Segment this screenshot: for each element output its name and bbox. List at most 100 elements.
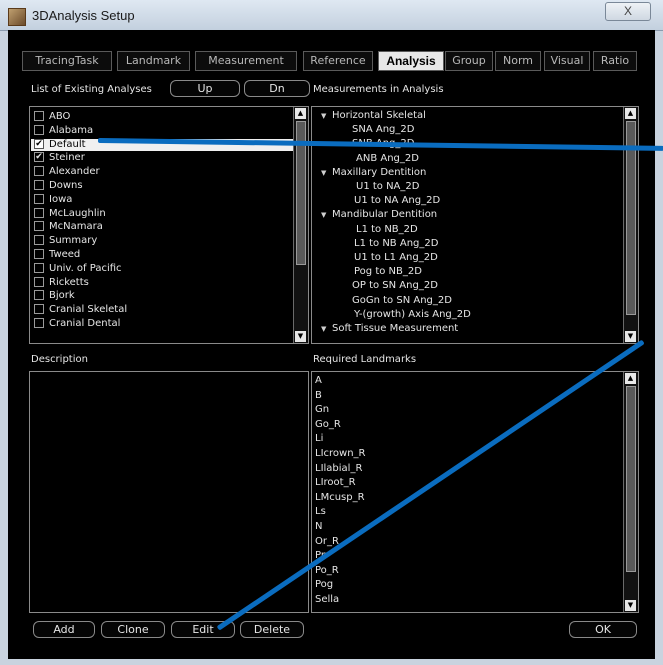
checkbox[interactable]: ✔ <box>34 152 44 163</box>
checkbox[interactable] <box>34 276 44 287</box>
landmark-item[interactable]: B <box>315 390 322 401</box>
list-item-label: Summary <box>49 235 98 247</box>
checkbox[interactable] <box>34 262 44 273</box>
checkbox[interactable] <box>34 111 44 121</box>
list-item-label: Downs <box>49 180 83 191</box>
clone-button[interactable]: Clone <box>101 621 165 638</box>
close-icon: X <box>623 4 632 18</box>
down-button[interactable]: Dn <box>244 80 310 97</box>
list-item-label: McLaughlin <box>49 207 106 219</box>
add-button[interactable]: Add <box>33 621 95 638</box>
tab-norm[interactable]: Norm <box>495 51 541 71</box>
landmark-item[interactable]: LMcusp_R <box>315 492 365 503</box>
list-item-label: Iowa <box>49 193 73 205</box>
checkbox[interactable] <box>34 124 44 135</box>
expand-arrow-icon[interactable]: ▼ <box>321 325 326 333</box>
tree-group[interactable]: Soft Tissue Measurement <box>332 323 458 334</box>
tab-ratio[interactable]: Ratio <box>593 51 637 71</box>
list-item-label: Cranial Dental <box>49 318 121 329</box>
checkbox[interactable] <box>34 304 44 315</box>
scroll-up-icon[interactable]: ▲ <box>625 108 636 119</box>
scroll-up-icon[interactable]: ▲ <box>625 373 636 384</box>
landmark-item[interactable]: Li <box>315 433 323 444</box>
up-button[interactable]: Up <box>170 80 240 97</box>
landmark-item[interactable]: Sella <box>315 594 339 605</box>
list-item-label: ABO <box>49 111 71 122</box>
list-item-label: Alabama <box>49 124 94 136</box>
landmark-item[interactable]: Ls <box>315 506 326 517</box>
landmark-item[interactable]: A <box>315 375 322 386</box>
checkbox[interactable]: ✔ <box>34 138 44 149</box>
expand-arrow-icon[interactable]: ▼ <box>321 169 326 177</box>
tree-group[interactable]: Maxillary Dentition <box>332 167 426 178</box>
checkbox[interactable] <box>34 221 44 232</box>
list-item-label: Ricketts <box>49 276 89 288</box>
description-textarea[interactable] <box>29 371 309 613</box>
landmark-item[interactable]: LIroot_R <box>315 477 356 488</box>
tree-item[interactable]: L1 to NB Ang_2D <box>354 238 438 249</box>
tab-analysis[interactable]: Analysis <box>378 51 444 71</box>
description-label: Description <box>31 354 88 365</box>
tab-tracingtask[interactable]: TracingTask <box>22 51 112 71</box>
tree-item[interactable]: U1 to L1 Ang_2D <box>354 252 438 263</box>
landmark-item[interactable]: N <box>315 521 322 532</box>
title-bar: 3DAnalysis Setup X <box>0 0 663 31</box>
measurements-label: Measurements in Analysis <box>313 84 444 95</box>
tree-item[interactable]: OP to SN Ang_2D <box>352 280 438 291</box>
scroll-down-icon[interactable]: ▼ <box>625 331 636 342</box>
analyses-list-label: List of Existing Analyses <box>31 84 152 95</box>
checkbox[interactable] <box>34 207 44 218</box>
list-item-label: McNamara <box>49 221 103 233</box>
expand-arrow-icon[interactable]: ▼ <box>321 211 326 219</box>
landmark-item[interactable]: LIlabial_R <box>315 463 362 474</box>
list-item-label: Cranial Skeletal <box>49 304 128 316</box>
expand-arrow-icon[interactable]: ▼ <box>321 112 326 120</box>
tab-landmark[interactable]: Landmark <box>117 51 190 71</box>
scroll-down-icon[interactable]: ▼ <box>625 600 636 611</box>
checkbox[interactable] <box>34 193 44 204</box>
tree-item[interactable]: GoGn to SN Ang_2D <box>352 295 452 306</box>
window-title: 3DAnalysis Setup <box>32 8 135 23</box>
tree-item[interactable]: SNA Ang_2D <box>352 124 414 135</box>
delete-button[interactable]: Delete <box>240 621 304 638</box>
scroll-thumb[interactable] <box>626 386 636 572</box>
list-item-label: Tweed <box>49 249 81 260</box>
tree-group[interactable]: Mandibular Dentition <box>332 209 437 220</box>
ok-button[interactable]: OK <box>569 621 637 638</box>
checkbox[interactable] <box>34 235 44 246</box>
tree-item[interactable]: Y-(growth) Axis Ang_2D <box>354 309 471 320</box>
tab-group[interactable]: Group <box>445 51 493 71</box>
landmarks-label: Required Landmarks <box>313 354 417 365</box>
tree-group[interactable]: Horizontal Skeletal <box>332 110 426 121</box>
measurements-scrollbar[interactable]: ▲ ▼ <box>623 107 638 343</box>
list-item-label: Bjork <box>49 290 75 302</box>
list-item-label: Default <box>49 138 86 150</box>
landmark-item[interactable]: LIcrown_R <box>315 448 366 459</box>
scroll-down-icon[interactable]: ▼ <box>295 331 306 342</box>
list-item-label: Steiner <box>49 152 85 164</box>
checkbox[interactable] <box>34 166 44 177</box>
landmark-item[interactable]: Go_R <box>315 419 341 430</box>
landmark-item[interactable]: Gn <box>315 404 329 415</box>
landmarks-scrollbar[interactable]: ▲ ▼ <box>623 372 638 612</box>
checkbox[interactable] <box>34 290 44 301</box>
checkbox[interactable] <box>34 249 44 259</box>
checkbox[interactable] <box>34 318 44 328</box>
list-item-label: Alexander <box>49 166 100 178</box>
tree-item[interactable]: Pog to NB_2D <box>354 266 422 277</box>
tree-item[interactable]: U1 to NA Ang_2D <box>354 195 440 206</box>
scroll-up-icon[interactable]: ▲ <box>295 108 306 119</box>
tree-item[interactable]: ANB Ang_2D <box>356 153 419 164</box>
close-button[interactable]: X <box>605 2 651 21</box>
landmark-item[interactable]: Po_R <box>315 565 339 576</box>
tab-reference[interactable]: Reference <box>303 51 373 71</box>
tree-item[interactable]: L1 to NB_2D <box>356 224 418 235</box>
landmarks-list[interactable]: A B Gn Go_R Li LIcrown_R LIlabial_R LIroot_R LMc… <box>311 371 639 613</box>
tab-measurement[interactable]: Measurement <box>195 51 297 71</box>
checkbox[interactable] <box>34 180 44 190</box>
tree-item[interactable]: U1 to NA_2D <box>356 181 419 192</box>
app-icon <box>8 8 26 26</box>
tab-visual[interactable]: Visual <box>544 51 590 71</box>
list-item-label: Univ. of Pacific <box>49 262 122 274</box>
landmark-item[interactable]: Pog <box>315 579 333 590</box>
